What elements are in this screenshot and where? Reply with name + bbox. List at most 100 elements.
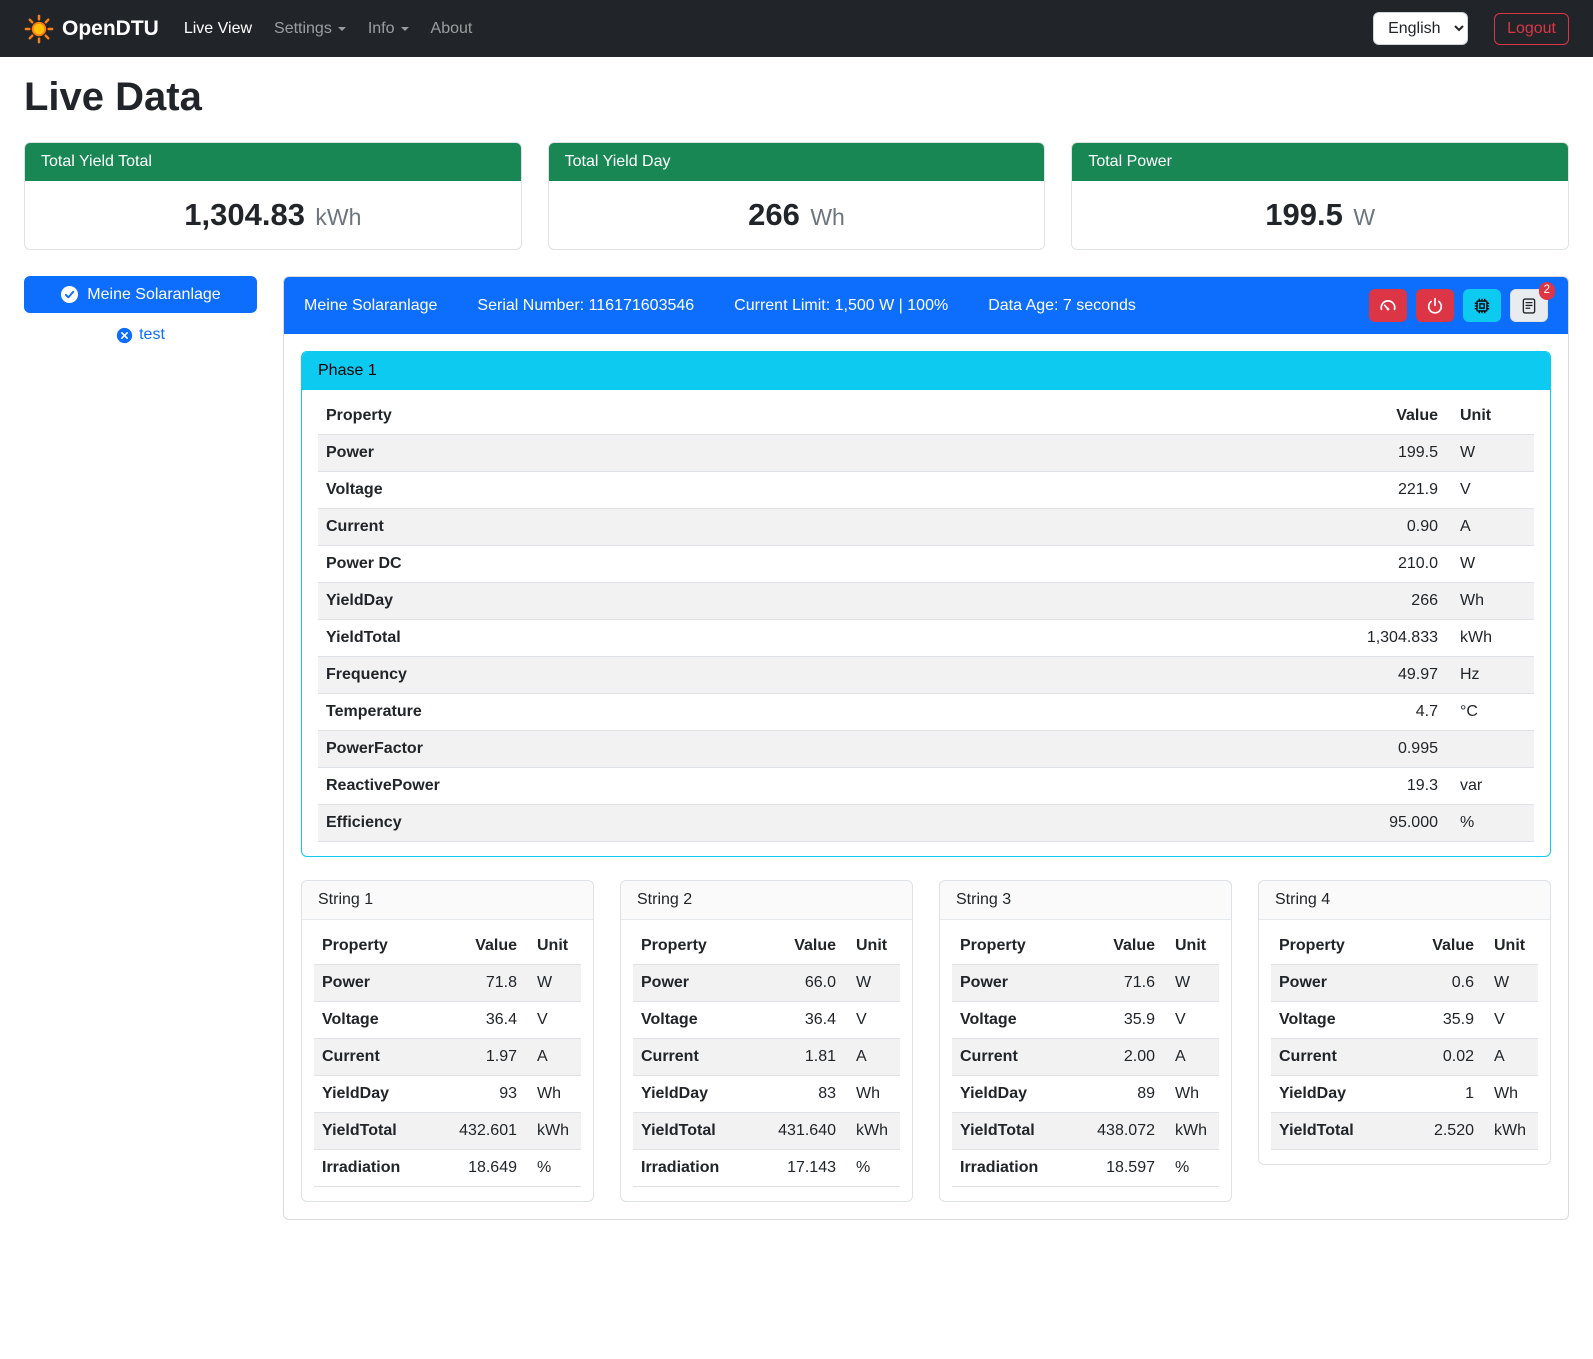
table-row: YieldDay 83 Wh (633, 1076, 900, 1113)
row-value: 2.00 (1070, 1039, 1167, 1076)
inverter-item-test[interactable]: test (24, 326, 257, 344)
row-value: 35.9 (1070, 1002, 1167, 1039)
logout-button[interactable]: Logout (1494, 13, 1569, 45)
table-row: YieldDay 1 Wh (1271, 1076, 1538, 1113)
summary-card-total-yield-total: Total Yield Total 1,304.83 kWh (24, 142, 522, 250)
row-unit: % (1452, 805, 1534, 842)
nav-item-about[interactable]: About (420, 12, 484, 46)
row-value: 83 (751, 1076, 848, 1113)
table-row: YieldDay 93 Wh (314, 1076, 581, 1113)
table-header-row: Property Value Unit (318, 398, 1534, 435)
table-header-row: Property Value Unit (633, 928, 900, 965)
summary-unit: kWh (315, 204, 361, 230)
row-value: 0.90 (978, 509, 1452, 546)
event-log-button[interactable]: 2 (1510, 289, 1548, 322)
table-row: Irradiation 17.143 % (633, 1150, 900, 1187)
strings-row: String 1 Property Value Unit (301, 880, 1551, 1202)
row-unit: % (529, 1150, 581, 1187)
row-unit: W (529, 965, 581, 1002)
phase-card-title: Phase 1 (302, 352, 1550, 390)
row-value: 18.597 (1070, 1150, 1167, 1187)
brand-label: OpenDTU (62, 17, 159, 41)
inverter-item-label: test (139, 326, 165, 344)
column-header-unit: Unit (848, 928, 900, 965)
string-table: Property Value Unit Power (633, 928, 900, 1187)
row-unit: W (1452, 435, 1534, 472)
table-row: Temperature 4.7 °C (318, 694, 1534, 731)
table-header-row: Property Value Unit (952, 928, 1219, 965)
string-card-title: String 3 (940, 881, 1231, 920)
row-property: Power (952, 965, 1070, 1002)
summary-card-total-power: Total Power 199.5 W (1071, 142, 1569, 250)
language-select[interactable]: English (1373, 12, 1468, 45)
table-row: Voltage 36.4 V (633, 1002, 900, 1039)
inverter-sidebar: Meine Solaranlage test (24, 276, 257, 344)
table-row: YieldTotal 431.640 kWh (633, 1113, 900, 1150)
table-row: YieldTotal 1,304.833 kWh (318, 620, 1534, 657)
caret-down-icon (401, 27, 409, 31)
device-info-button[interactable] (1463, 289, 1501, 322)
row-value: 221.9 (978, 472, 1452, 509)
inverter-serial-number: Serial Number: 116171603546 (477, 297, 694, 315)
summary-value: 199.5 (1265, 197, 1343, 232)
row-property: Irradiation (633, 1150, 751, 1187)
table-row: YieldTotal 432.601 kWh (314, 1113, 581, 1150)
row-unit: Wh (1452, 583, 1534, 620)
row-value: 438.072 (1070, 1113, 1167, 1150)
table-row: Voltage 36.4 V (314, 1002, 581, 1039)
row-unit: V (1167, 1002, 1219, 1039)
row-property: Voltage (1271, 1002, 1399, 1039)
inverter-panel: Meine Solaranlage Serial Number: 1161716… (283, 276, 1569, 1220)
limit-settings-button[interactable] (1369, 289, 1407, 322)
row-unit: Wh (1167, 1076, 1219, 1113)
row-unit: kWh (1452, 620, 1534, 657)
inverter-name: Meine Solaranlage (304, 297, 437, 315)
event-count-badge: 2 (1539, 282, 1555, 300)
sun-icon (24, 14, 54, 44)
table-row: Power 199.5 W (318, 435, 1534, 472)
row-value: 1 (1399, 1076, 1486, 1113)
row-unit: A (1452, 509, 1534, 546)
row-value: 2.520 (1399, 1113, 1486, 1150)
row-unit: % (848, 1150, 900, 1187)
row-unit: V (529, 1002, 581, 1039)
row-property: Voltage (318, 472, 978, 509)
inverter-item-meine-solaranlage[interactable]: Meine Solaranlage (24, 276, 257, 313)
row-property: ReactivePower (318, 768, 978, 805)
column-header-property: Property (952, 928, 1070, 965)
row-property: Power (1271, 965, 1399, 1002)
summary-card-title: Total Yield Total (25, 143, 521, 181)
row-property: Voltage (314, 1002, 432, 1039)
brand-link[interactable]: OpenDTU (24, 14, 159, 44)
nav-item-live-view[interactable]: Live View (173, 12, 263, 46)
row-value: 36.4 (432, 1002, 529, 1039)
table-row: Power 71.8 W (314, 965, 581, 1002)
inverter-current-limit: Current Limit: 1,500 W | 100% (734, 297, 948, 315)
column-header-property: Property (314, 928, 432, 965)
string-card-title: String 1 (302, 881, 593, 920)
row-unit: Wh (848, 1076, 900, 1113)
row-unit: Wh (1486, 1076, 1538, 1113)
string-table: Property Value Unit Power (952, 928, 1219, 1187)
inverter-panel-header: Meine Solaranlage Serial Number: 1161716… (284, 277, 1568, 334)
nav-item-info[interactable]: Info (357, 12, 420, 46)
string-card-3: String 3 Property Value Unit (939, 880, 1232, 1202)
row-property: PowerFactor (318, 731, 978, 768)
table-row: Irradiation 18.597 % (952, 1150, 1219, 1187)
row-property: Current (952, 1039, 1070, 1076)
journal-icon (1520, 297, 1538, 315)
row-property: Irradiation (314, 1150, 432, 1187)
row-unit: W (1486, 965, 1538, 1002)
table-row: Power 0.6 W (1271, 965, 1538, 1002)
row-value: 432.601 (432, 1113, 529, 1150)
table-row: YieldDay 266 Wh (318, 583, 1534, 620)
nav-item-label: Settings (274, 20, 332, 38)
nav-item-settings[interactable]: Settings (263, 12, 357, 46)
row-value: 431.640 (751, 1113, 848, 1150)
summary-card-body: 266 Wh (549, 181, 1045, 249)
power-button[interactable] (1416, 289, 1454, 322)
table-row: Current 0.02 A (1271, 1039, 1538, 1076)
table-row: Current 1.97 A (314, 1039, 581, 1076)
table-row: PowerFactor 0.995 (318, 731, 1534, 768)
row-value: 36.4 (751, 1002, 848, 1039)
